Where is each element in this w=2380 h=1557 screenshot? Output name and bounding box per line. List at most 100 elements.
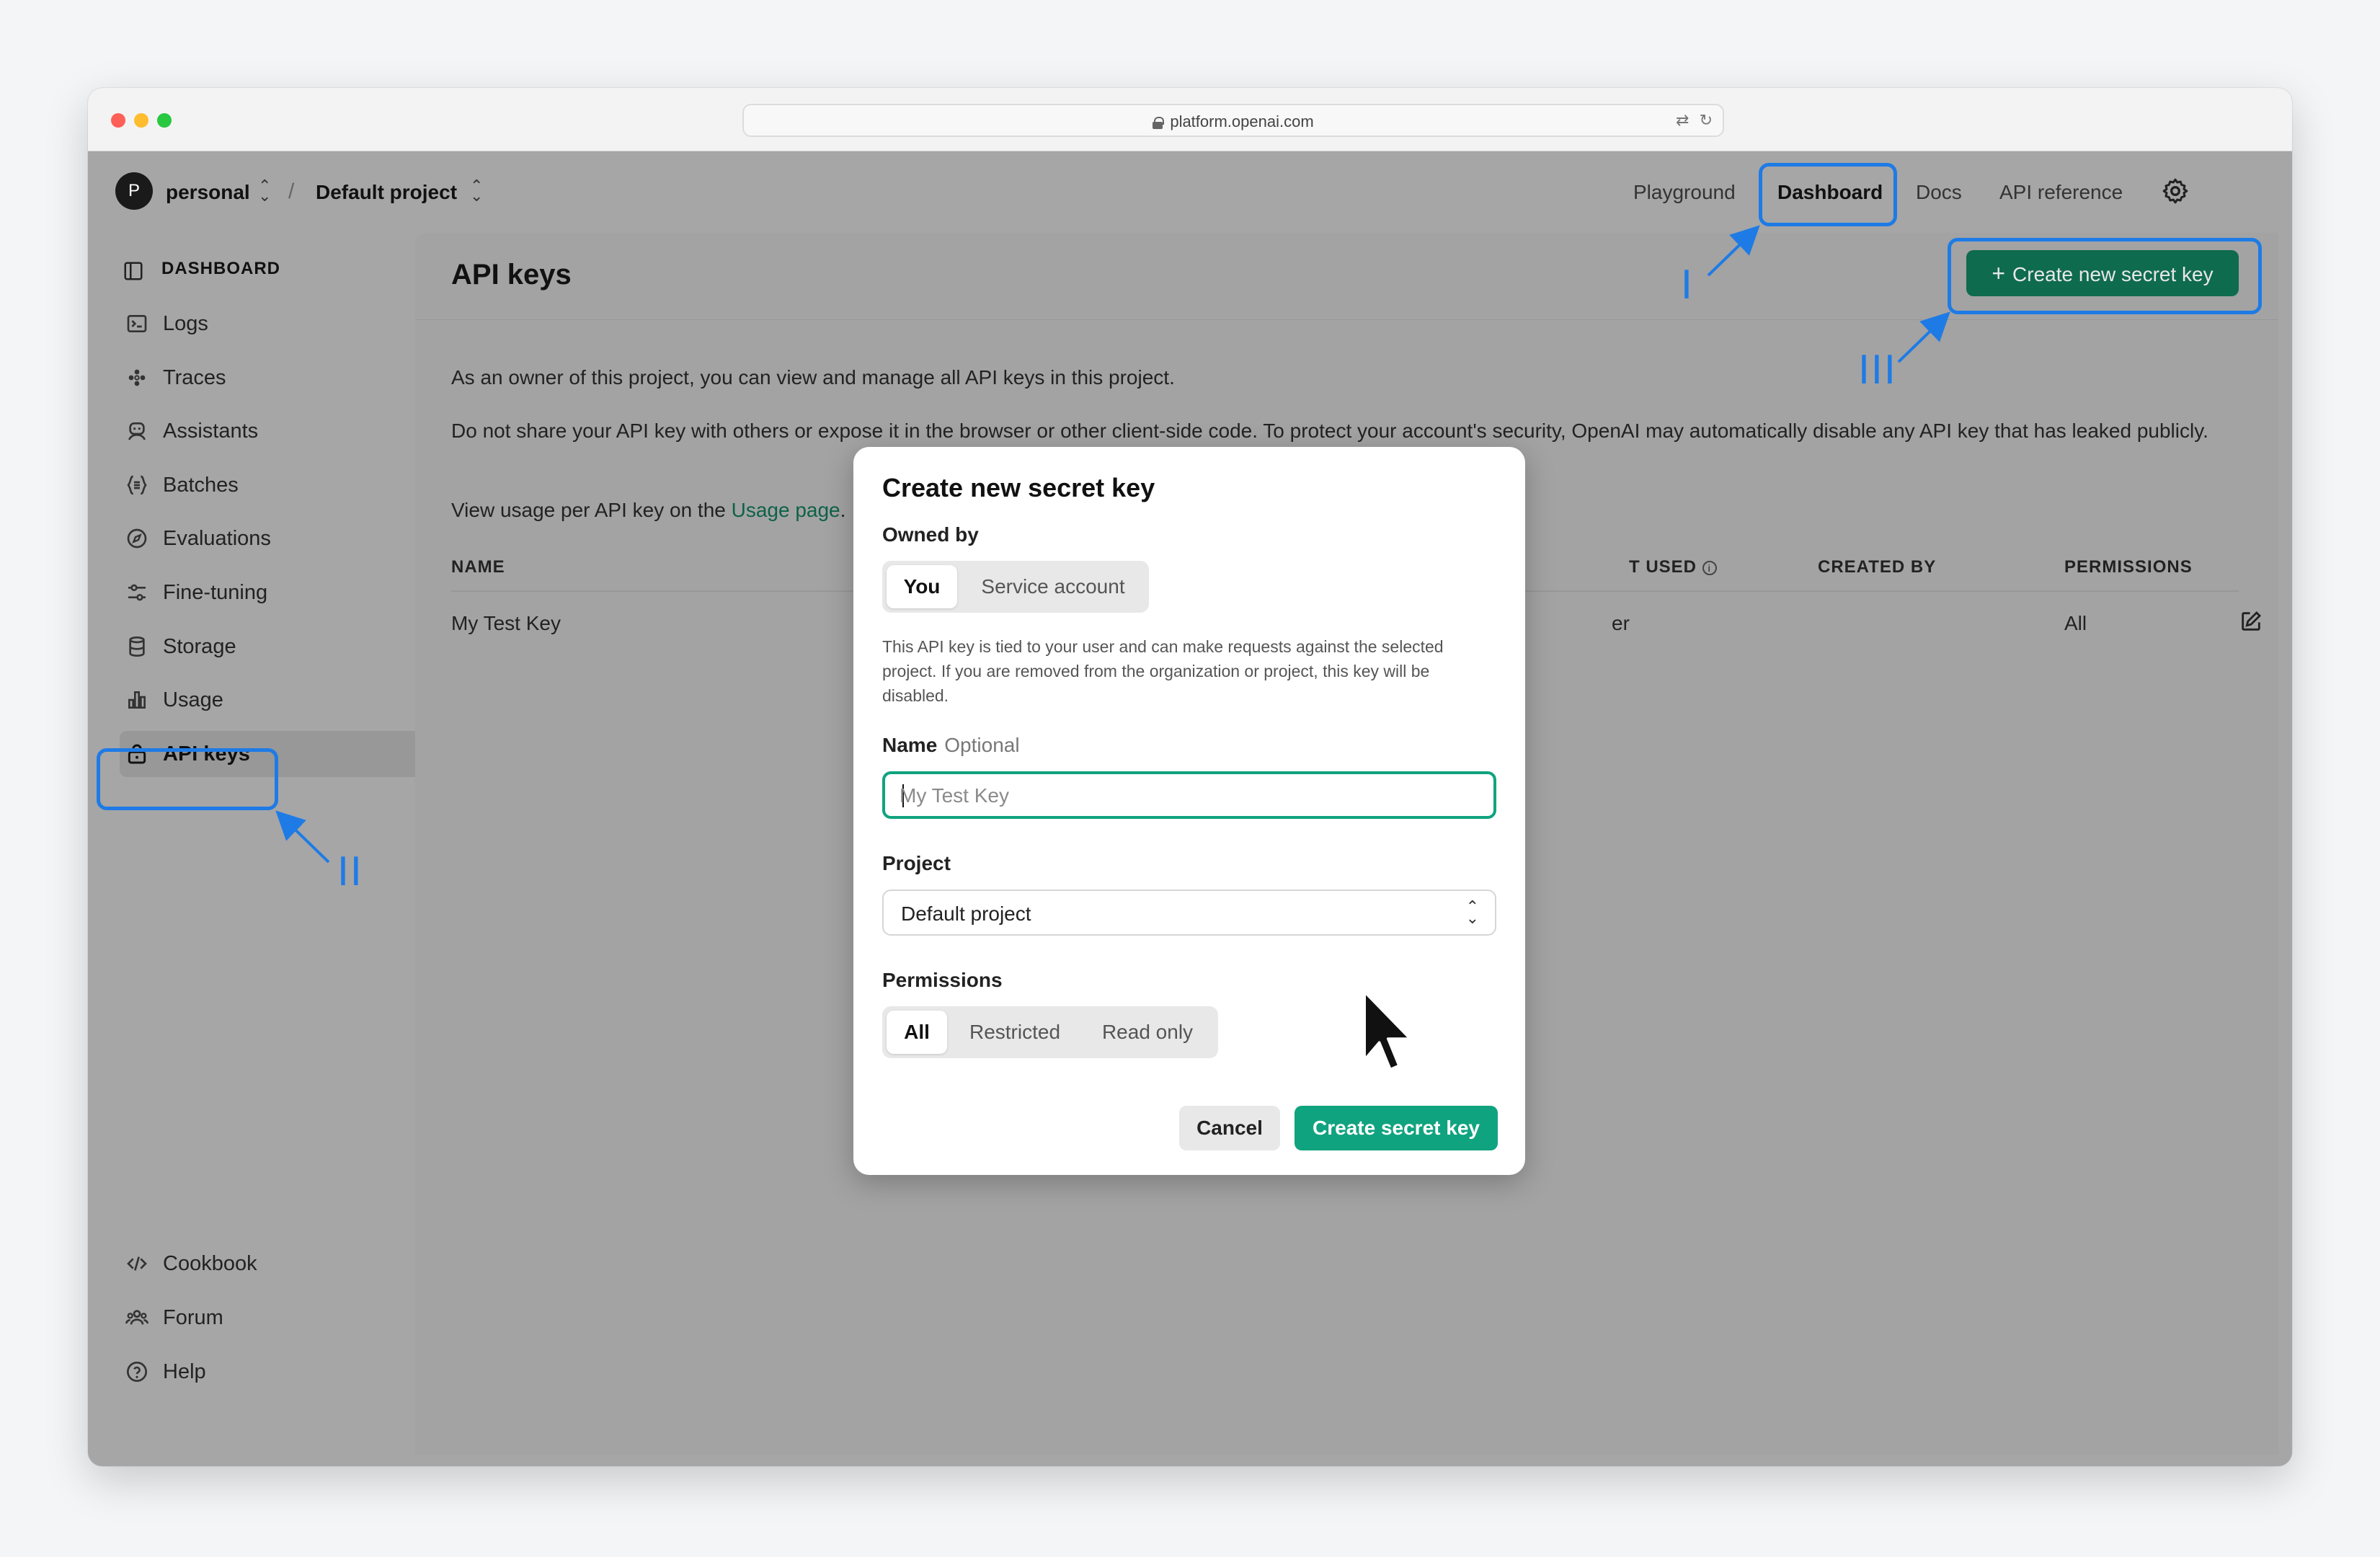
workspace-avatar[interactable]: P bbox=[115, 172, 153, 210]
page-title: API keys bbox=[451, 259, 572, 290]
dialog-title: Create new secret key bbox=[882, 473, 1155, 502]
project-chevron-icon[interactable]: ⌃ ⌄ bbox=[470, 178, 483, 204]
permission-read-only-option[interactable]: Read only bbox=[1081, 1011, 1214, 1054]
sidebar-item-forum[interactable]: Forum bbox=[120, 1295, 383, 1341]
column-header-last-used: T USED i bbox=[1629, 557, 1717, 577]
optional-hint: Optional bbox=[944, 734, 1020, 756]
sidebar-item-batches[interactable]: Batches bbox=[120, 462, 383, 508]
sidebar-item-label: Traces bbox=[163, 366, 226, 389]
sidebar-item-usage[interactable]: Usage bbox=[120, 677, 383, 723]
permissions-toggle: All Restricted Read only bbox=[882, 1006, 1218, 1058]
address-bar[interactable]: platform.openai.com ⇄ ↻ bbox=[742, 104, 1724, 137]
column-header-created-by: CREATED BY bbox=[1818, 557, 1937, 577]
key-name-field[interactable] bbox=[882, 771, 1496, 819]
header-divider bbox=[415, 319, 2278, 320]
column-header-last-used-label: T USED bbox=[1629, 557, 1697, 577]
sidebar-item-label: Fine-tuning bbox=[163, 581, 268, 604]
browser-titlebar: platform.openai.com ⇄ ↻ bbox=[88, 88, 2292, 151]
project-selector[interactable]: Default project bbox=[316, 181, 457, 204]
sidebar-item-fine-tuning[interactable]: Fine-tuning bbox=[120, 569, 383, 616]
owned-by-you-option[interactable]: You bbox=[887, 565, 957, 608]
usage-page-link[interactable]: Usage page bbox=[732, 499, 840, 521]
owned-by-service-account-option[interactable]: Service account bbox=[962, 565, 1145, 608]
dashboard-panel-icon bbox=[124, 262, 143, 280]
key-name-cell: My Test Key bbox=[451, 612, 561, 634]
lock-icon bbox=[1153, 117, 1165, 129]
column-header-name: NAME bbox=[451, 557, 505, 577]
sidebar-item-label: Usage bbox=[163, 688, 223, 711]
minimize-window-button[interactable] bbox=[134, 113, 148, 128]
sidebar-item-label: Storage bbox=[163, 635, 236, 658]
delete-icon[interactable] bbox=[2289, 609, 2292, 634]
permissions-cell: All bbox=[2064, 612, 2087, 634]
edit-icon[interactable] bbox=[2239, 609, 2263, 634]
sidebar-item-cookbook[interactable]: Cookbook bbox=[120, 1241, 383, 1287]
highlight-dashboard-nav bbox=[1759, 163, 1897, 226]
sidebar-item-label: Evaluations bbox=[163, 527, 271, 550]
sidebar-item-label: Forum bbox=[163, 1306, 223, 1329]
usage-note-prefix: View usage per API key on the bbox=[451, 499, 726, 521]
step-label-2: II bbox=[337, 849, 363, 895]
last-used-cell: er bbox=[1612, 612, 1630, 634]
sidebar-item-evaluations[interactable]: Evaluations bbox=[120, 515, 383, 562]
sidebar-item-assistants[interactable]: Assistants bbox=[120, 408, 383, 454]
owned-by-toggle: You Service account bbox=[882, 561, 1149, 613]
create-secret-key-dialog: Create new secret key Owned by You Servi… bbox=[853, 447, 1525, 1175]
sliders-icon bbox=[128, 584, 146, 601]
column-header-permissions: PERMISSIONS bbox=[2064, 557, 2193, 577]
project-label: Project bbox=[882, 852, 951, 874]
nav-docs[interactable]: Docs bbox=[1916, 181, 1962, 204]
workspace-selector[interactable]: personal bbox=[166, 181, 250, 204]
sidebar-item-label: Assistants bbox=[163, 420, 259, 443]
permission-all-option[interactable]: All bbox=[887, 1011, 947, 1054]
key-name-input[interactable] bbox=[900, 783, 1476, 809]
sidebar-item-label: Help bbox=[163, 1360, 206, 1383]
people-icon bbox=[125, 1310, 148, 1325]
assistant-icon bbox=[128, 422, 146, 440]
create-secret-key-button[interactable]: Create secret key bbox=[1295, 1106, 1498, 1150]
name-label: Name Optional bbox=[882, 734, 1020, 757]
nav-playground[interactable]: Playground bbox=[1633, 181, 1736, 204]
help-icon bbox=[127, 1362, 147, 1382]
workspace-chevron-icon[interactable]: ⌃ ⌄ bbox=[258, 178, 271, 204]
breadcrumb-separator: / bbox=[288, 179, 295, 203]
sidebar-item-help[interactable]: Help bbox=[120, 1349, 383, 1395]
highlight-create-key-button bbox=[1948, 238, 2262, 314]
bar-chart-icon bbox=[128, 691, 146, 709]
project-select[interactable]: Default project ⌃ ⌄ bbox=[882, 890, 1496, 936]
security-warning: Do not share your API key with others or… bbox=[451, 420, 2208, 442]
evaluations-icon bbox=[127, 528, 147, 549]
sidebar: DASHBOARD Logs Traces Assistants Batches… bbox=[88, 233, 483, 1466]
ownership-note: As an owner of this project, you can vie… bbox=[451, 366, 1175, 389]
project-select-value: Default project bbox=[901, 902, 1031, 925]
zoom-window-button[interactable] bbox=[157, 113, 172, 128]
nav-api-reference[interactable]: API reference bbox=[1999, 181, 2123, 204]
usage-note-suffix: . bbox=[840, 499, 846, 521]
sidebar-item-label: Batches bbox=[163, 474, 239, 497]
ownership-description: This API key is tied to your user and ca… bbox=[882, 637, 1444, 705]
info-icon[interactable]: i bbox=[1702, 561, 1717, 575]
database-icon bbox=[129, 636, 145, 657]
owned-by-label: Owned by bbox=[882, 523, 979, 546]
sidebar-heading: DASHBOARD bbox=[161, 259, 280, 278]
permission-restricted-option[interactable]: Restricted bbox=[951, 1011, 1078, 1054]
settings-gear-icon[interactable] bbox=[2161, 177, 2190, 205]
reload-icon[interactable]: ↻ bbox=[1700, 111, 1713, 129]
sidebar-item-logs[interactable]: Logs bbox=[120, 301, 383, 347]
sidebar-item-label: Logs bbox=[163, 312, 208, 335]
permissions-label: Permissions bbox=[882, 969, 1003, 991]
sidebar-item-storage[interactable]: Storage bbox=[120, 624, 383, 670]
code-icon bbox=[127, 1256, 147, 1271]
batches-icon bbox=[127, 475, 147, 495]
url-text: platform.openai.com bbox=[1170, 112, 1314, 130]
close-window-button[interactable] bbox=[111, 113, 125, 128]
top-bar: P personal ⌃ ⌄ / Default project ⌃ ⌄ Playg… bbox=[88, 152, 2292, 233]
step-label-1: I bbox=[1681, 262, 1694, 308]
translate-icon[interactable]: ⇄ bbox=[1676, 111, 1689, 129]
traces-icon bbox=[128, 369, 146, 386]
step-label-3: III bbox=[1858, 347, 1897, 393]
sidebar-item-traces[interactable]: Traces bbox=[120, 355, 383, 401]
name-label-text: Name bbox=[882, 734, 938, 756]
cancel-button[interactable]: Cancel bbox=[1179, 1106, 1280, 1150]
highlight-api-keys-sidebar bbox=[97, 748, 278, 810]
